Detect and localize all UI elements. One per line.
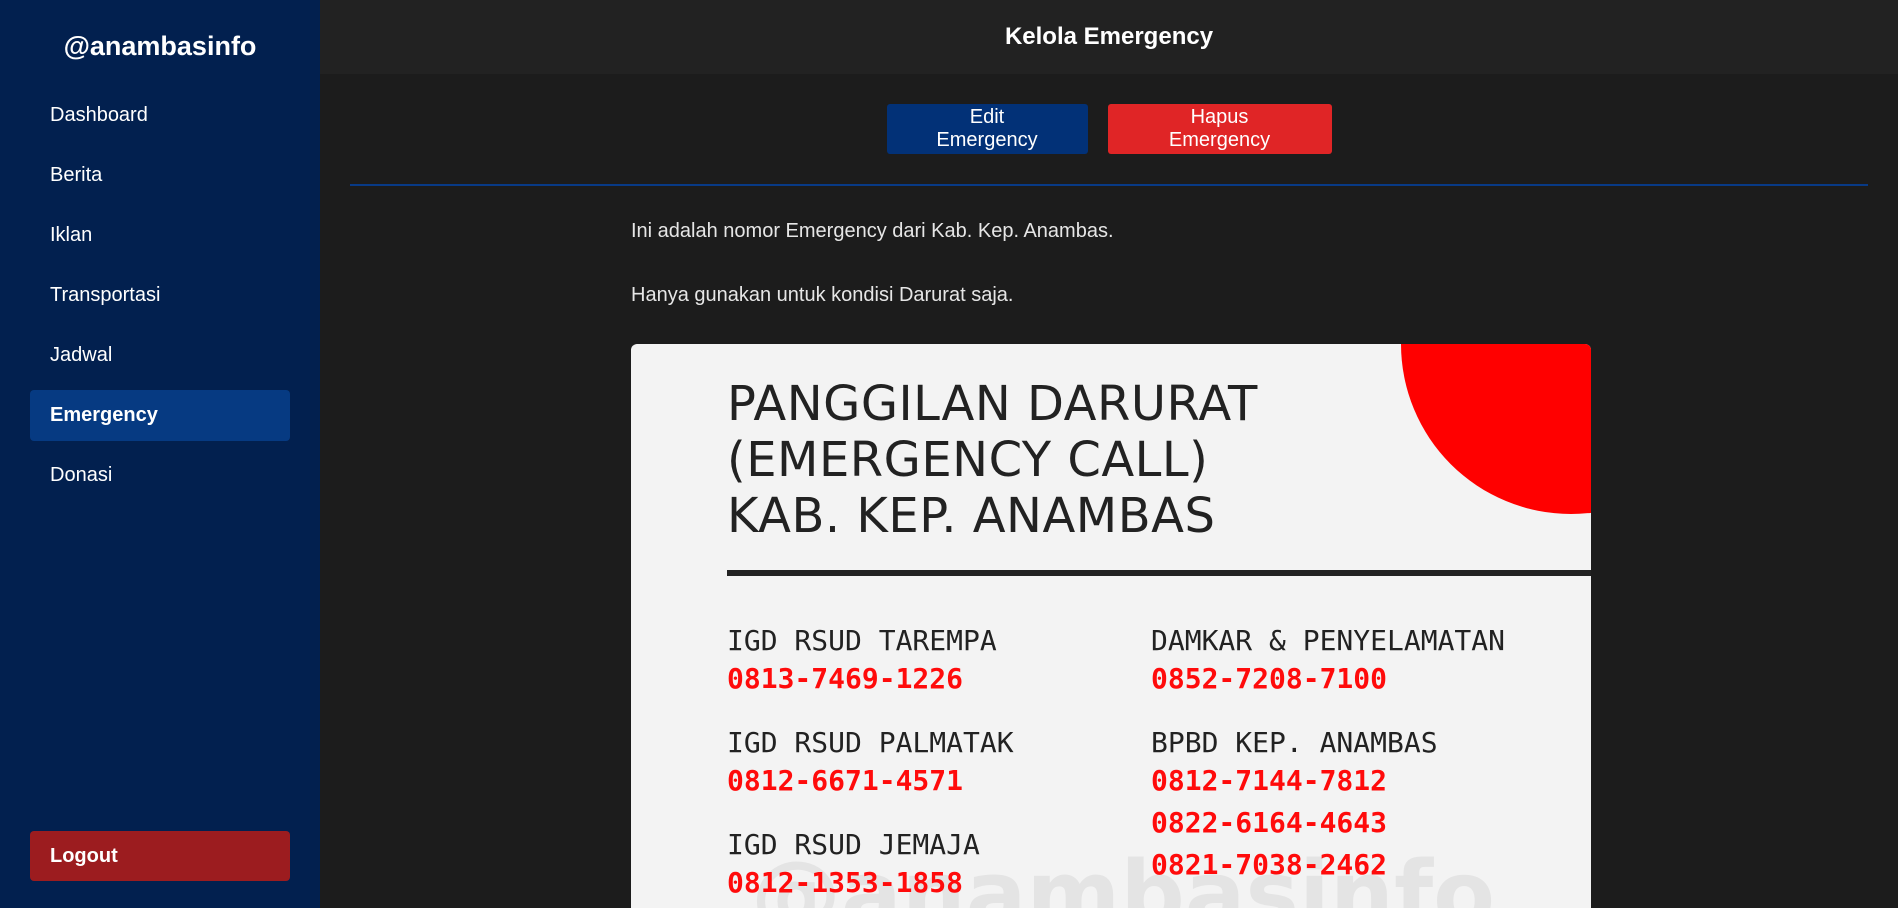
contact-number: 0812-7144-7812 bbox=[1151, 764, 1388, 797]
contact-number: 0852-7208-7100 bbox=[1151, 662, 1388, 695]
sidebar-item-emergency[interactable]: Emergency bbox=[30, 390, 290, 441]
contact-label: BPBD KEP. ANAMBAS bbox=[1151, 726, 1438, 759]
contact-entry: DAMKAR & PENYELAMATAN 0852-7208-7100 bbox=[1151, 624, 1505, 700]
description-line-2: Hanya gunakan untuk kondisi Darurat saja… bbox=[631, 284, 1014, 306]
action-bar: Edit Emergency Hapus Emergency bbox=[320, 104, 1898, 154]
description-line-1: Ini adalah nomor Emergency dari Kab. Kep… bbox=[631, 220, 1114, 242]
contact-number: 0822-6164-4643 bbox=[1151, 806, 1388, 839]
contact-entry: IGD RSUD TAREMPA 0813-7469-1226 bbox=[727, 624, 1014, 700]
contact-label: IGD RSUD JEMAJA bbox=[727, 828, 980, 861]
contact-label: IGD RSUD TAREMPA bbox=[727, 624, 997, 657]
description: Ini adalah nomor Emergency dari Kab. Kep… bbox=[631, 220, 1898, 306]
brand-logo: @anambasinfo bbox=[63, 31, 257, 61]
sidebar-item-jadwal[interactable]: Jadwal bbox=[30, 330, 290, 381]
delete-emergency-button[interactable]: Hapus Emergency bbox=[1107, 104, 1332, 154]
sidebar-item-donasi[interactable]: Donasi bbox=[30, 450, 290, 501]
contact-label: DAMKAR & PENYELAMATAN bbox=[1151, 624, 1506, 657]
section-divider bbox=[350, 184, 1868, 186]
contact-label: IGD RSUD PALMATAK bbox=[727, 726, 1014, 759]
sidebar: @anambasinfo Dashboard Berita Iklan Tran… bbox=[0, 0, 320, 908]
poster-title-line-2: (EMERGENCY CALL) bbox=[727, 432, 1209, 488]
contact-number: 0812-6671-4571 bbox=[727, 764, 964, 797]
poster-rule bbox=[727, 570, 1591, 576]
sidebar-item-dashboard[interactable]: Dashboard bbox=[30, 90, 290, 141]
logout-button[interactable]: Logout bbox=[30, 831, 290, 881]
contact-number: 0821-7038-2462 bbox=[1151, 848, 1388, 881]
emergency-poster-image: PANGGILAN DARURAT (EMERGENCY CALL) KAB. … bbox=[631, 344, 1591, 908]
poster-red-circle bbox=[1401, 344, 1591, 514]
sidebar-item-transportasi[interactable]: Transportasi bbox=[30, 270, 290, 321]
edit-emergency-button[interactable]: Edit Emergency bbox=[886, 104, 1088, 154]
contact-entry: BPBD KEP. ANAMBAS 0812-7144-7812 0822-61… bbox=[1151, 726, 1505, 886]
sidebar-item-iklan[interactable]: Iklan bbox=[30, 210, 290, 261]
poster-right-column: DAMKAR & PENYELAMATAN 0852-7208-7100 BPB… bbox=[1151, 624, 1505, 908]
page-title: Kelola Emergency bbox=[1004, 23, 1214, 50]
sidebar-item-berita[interactable]: Berita bbox=[30, 150, 290, 201]
contact-number: 0812-1353-1858 bbox=[727, 866, 964, 899]
contact-number: 0813-7469-1226 bbox=[727, 662, 964, 695]
sidebar-nav: Dashboard Berita Iklan Transportasi Jadw… bbox=[0, 90, 320, 501]
poster-title-line-3: KAB. KEP. ANAMBAS bbox=[727, 488, 1216, 544]
poster-title-line-1: PANGGILAN DARURAT bbox=[727, 376, 1258, 432]
app-root: @anambasinfo Dashboard Berita Iklan Tran… bbox=[0, 0, 1898, 908]
poster-title: PANGGILAN DARURAT (EMERGENCY CALL) KAB. … bbox=[727, 376, 1258, 544]
poster-left-column: IGD RSUD TAREMPA 0813-7469-1226 IGD RSUD… bbox=[727, 624, 1014, 908]
main-content: Kelola Emergency Edit Emergency Hapus Em… bbox=[320, 0, 1898, 908]
contact-entry: IGD RSUD PALMATAK 0812-6671-4571 bbox=[727, 726, 1014, 802]
page-header: Kelola Emergency bbox=[320, 0, 1898, 74]
contact-entry: IGD RSUD JEMAJA 0812-1353-1858 bbox=[727, 828, 1014, 904]
